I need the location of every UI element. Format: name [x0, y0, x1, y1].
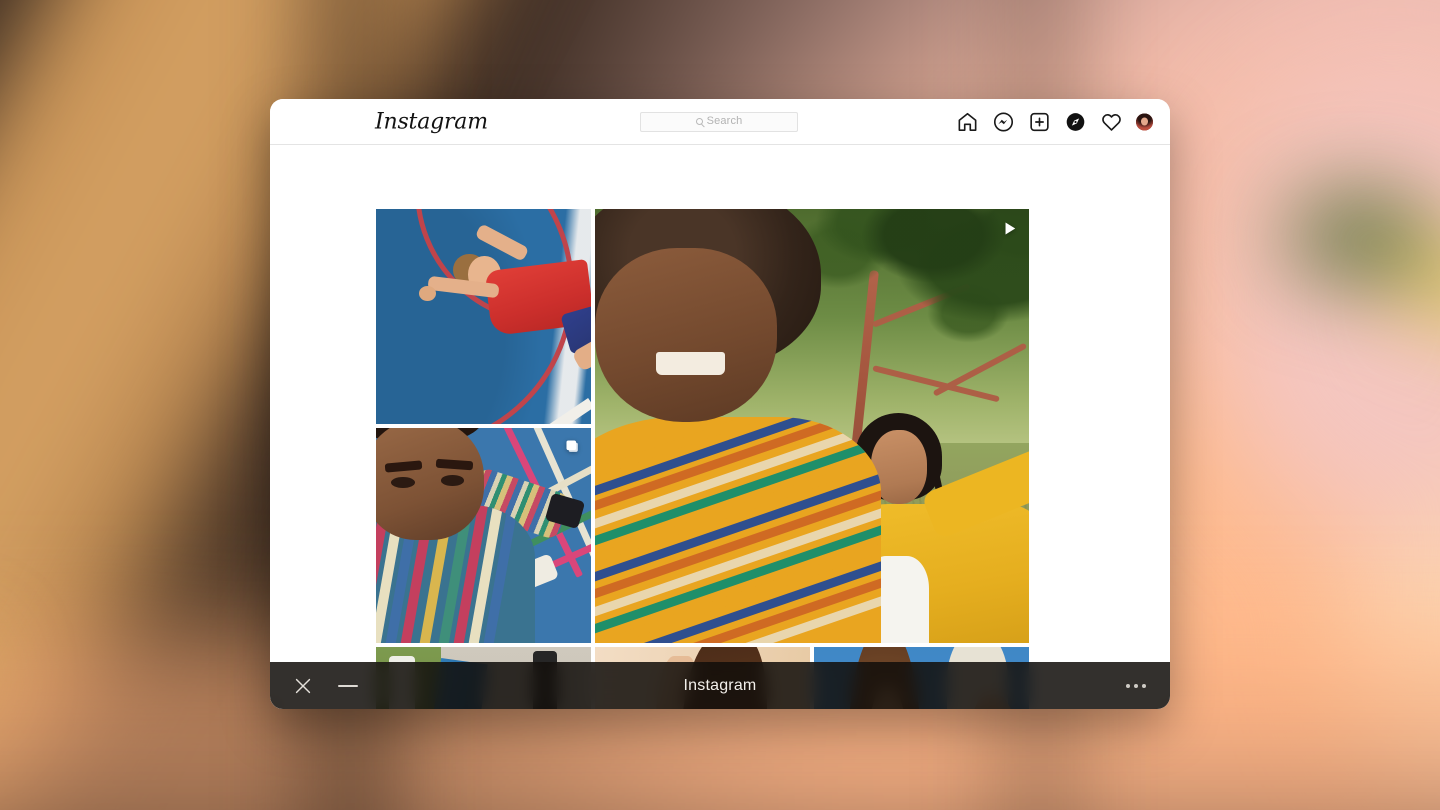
search-input[interactable]: Search	[640, 112, 798, 132]
grid-post-1[interactable]	[376, 209, 591, 424]
post-1-image	[376, 209, 591, 424]
search-placeholder: Search	[707, 116, 743, 127]
instagram-header: Instagram Search	[270, 99, 1170, 145]
nav-icons	[956, 110, 1153, 133]
person-eye	[391, 477, 415, 488]
messenger-icon[interactable]	[992, 110, 1015, 133]
instagram-logo[interactable]: Instagram	[375, 109, 488, 134]
more-options-icon[interactable]	[1126, 684, 1146, 688]
profile-avatar[interactable]	[1136, 113, 1153, 130]
grid-post-2[interactable]	[376, 428, 591, 643]
post-2-image	[376, 428, 591, 643]
home-icon[interactable]	[956, 110, 979, 133]
desktop: Instagram Search	[0, 0, 1440, 810]
post-3-image	[595, 209, 1029, 643]
photo-grid	[376, 209, 1064, 709]
profile-grid-area	[270, 145, 1170, 709]
person1-smile	[656, 352, 725, 375]
carousel-icon	[564, 438, 581, 455]
window-taskbar: Instagram	[270, 662, 1170, 709]
search-icon	[696, 118, 703, 125]
instagram-window: Instagram Search	[270, 99, 1170, 709]
taskbar-title: Instagram	[270, 677, 1170, 695]
activity-heart-icon[interactable]	[1100, 110, 1123, 133]
person1-face	[595, 248, 777, 422]
person1-striped-shirt	[595, 417, 881, 643]
new-post-icon[interactable]	[1028, 110, 1051, 133]
explore-icon[interactable]	[1064, 110, 1087, 133]
person-eye	[441, 475, 465, 486]
play-icon	[1000, 219, 1019, 238]
grid-post-3[interactable]	[595, 209, 1029, 643]
